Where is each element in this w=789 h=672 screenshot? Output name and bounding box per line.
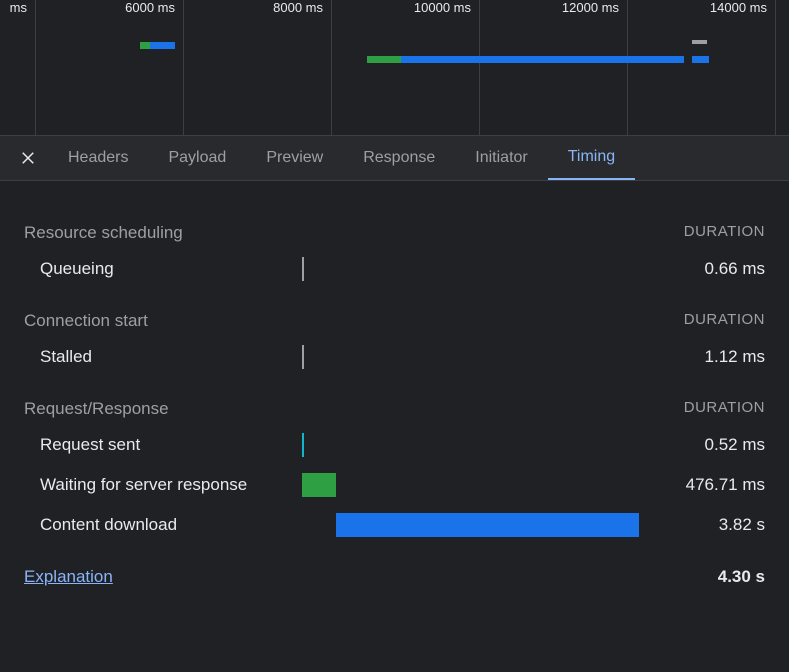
- ruler-tick: 6000 ms: [125, 0, 175, 15]
- tab-initiator[interactable]: Initiator: [455, 136, 547, 180]
- explanation-link[interactable]: Explanation: [24, 567, 113, 587]
- tab-payload[interactable]: Payload: [148, 136, 246, 180]
- waiting-bar: [302, 473, 336, 497]
- row-waiting: Waiting for server response 476.71 ms: [24, 473, 765, 497]
- timing-panel: Resource scheduling DURATION Queueing 0.…: [0, 181, 789, 537]
- bar-area: [284, 433, 635, 457]
- row-value: 0.66 ms: [635, 259, 765, 279]
- section-connection: Connection start DURATION Stalled 1.12 m…: [24, 311, 765, 369]
- ruler-tick: 14000 ms: [710, 0, 767, 15]
- timeline-ruler: ms 6000 ms 8000 ms 10000 ms 12000 ms 140…: [0, 0, 789, 24]
- tab-preview[interactable]: Preview: [246, 136, 343, 180]
- bar-area: [284, 513, 635, 537]
- close-icon[interactable]: [8, 149, 48, 167]
- queueing-bar: [302, 257, 304, 281]
- duration-label: DURATION: [684, 399, 765, 419]
- ruler-tick: 8000 ms: [273, 0, 323, 15]
- row-queueing: Queueing 0.66 ms: [24, 257, 765, 281]
- waterfall-bar-green: [140, 42, 150, 49]
- ruler-tick: ms: [10, 0, 27, 15]
- waterfall-bar-blue: [401, 56, 684, 63]
- row-value: 3.82 s: [635, 515, 765, 535]
- row-download: Content download 3.82 s: [24, 513, 765, 537]
- duration-label: DURATION: [684, 311, 765, 331]
- ruler-tick: 12000 ms: [562, 0, 619, 15]
- row-request-sent: Request sent 0.52 ms: [24, 433, 765, 457]
- tab-bar: Headers Payload Preview Response Initiat…: [0, 135, 789, 181]
- section-request: Request/Response DURATION Request sent 0…: [24, 399, 765, 537]
- request-sent-bar: [302, 433, 304, 457]
- ruler-tick: 10000 ms: [414, 0, 471, 15]
- bar-area: [284, 473, 635, 497]
- total-time: 4.30 s: [718, 567, 765, 587]
- tab-timing[interactable]: Timing: [548, 136, 635, 180]
- row-stalled: Stalled 1.12 ms: [24, 345, 765, 369]
- waterfall-bar-green: [367, 56, 401, 63]
- duration-label: DURATION: [684, 223, 765, 243]
- row-value: 476.71 ms: [635, 475, 765, 495]
- stalled-bar: [302, 345, 304, 369]
- bar-area: [284, 345, 635, 369]
- row-label: Request sent: [24, 435, 284, 455]
- section-title: Request/Response: [24, 399, 169, 419]
- waterfall-bar-grey: [692, 40, 707, 44]
- waterfall-timeline[interactable]: ms 6000 ms 8000 ms 10000 ms 12000 ms 140…: [0, 0, 789, 135]
- row-value: 1.12 ms: [635, 347, 765, 367]
- tab-response[interactable]: Response: [343, 136, 455, 180]
- section-title: Connection start: [24, 311, 148, 331]
- row-label: Waiting for server response: [24, 474, 284, 496]
- section-title: Resource scheduling: [24, 223, 183, 243]
- timing-footer: Explanation 4.30 s: [0, 567, 789, 587]
- row-label: Stalled: [24, 347, 284, 367]
- bar-area: [284, 257, 635, 281]
- row-label: Queueing: [24, 259, 284, 279]
- download-bar: [336, 513, 639, 537]
- row-label: Content download: [24, 515, 284, 535]
- row-value: 0.52 ms: [635, 435, 765, 455]
- waterfall-bar-blue: [692, 56, 709, 63]
- waterfall-bar-blue: [150, 42, 175, 49]
- tab-headers[interactable]: Headers: [48, 136, 148, 180]
- section-scheduling: Resource scheduling DURATION Queueing 0.…: [24, 223, 765, 281]
